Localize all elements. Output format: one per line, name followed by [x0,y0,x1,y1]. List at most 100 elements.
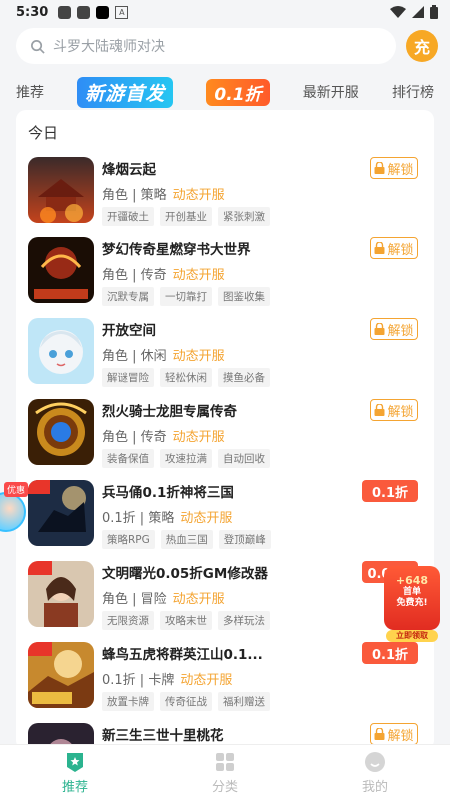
unlock-label: 解锁 [387,728,414,744]
game-tag: 开创基业 [160,207,212,226]
tab-discount[interactable]: 0.1折 [206,78,270,106]
game-item[interactable]: 兵马俑0.1折神将三国 0.1折 | 策略 动态开服 策略RPG 热血三国 登顶巅… [28,480,428,560]
game-tag: 自动回收 [218,449,270,468]
game-name: 开放空间 [102,323,156,339]
unlock-button[interactable]: 解锁 [370,157,418,179]
recommend-icon [67,752,83,772]
game-meta: 角色 | 传奇 动态开服 [102,426,225,445]
game-tag: 装备保值 [102,449,154,468]
promo-line-2: 免费充! [396,598,428,608]
search-placeholder: 斗罗大陆魂师对决 [53,39,165,55]
promo-badge: 优惠 [4,482,28,497]
lock-icon [374,242,385,254]
game-item[interactable]: 烈火骑士龙胆专属传奇 角色 | 传奇 动态开服 装备保值 攻速拉满 自动回收 解锁 [28,399,428,479]
section-title: 今日 [28,124,59,142]
promo-amount: +648 [395,574,429,587]
game-item[interactable]: 开放空间 角色 | 休闲 动态开服 解谜冒险 轻松休闲 摸鱼必备 解锁 [28,318,428,398]
lock-icon [374,162,385,174]
game-tag: 解谜冒险 [102,368,154,387]
game-tags: 放置卡牌 传奇征战 福利赠送 [102,692,270,711]
recharge-button[interactable]: 充 [406,30,438,62]
game-tag: 图鉴收集 [218,287,270,306]
search-input[interactable]: 斗罗大陆魂师对决 [16,28,396,64]
tab-latest-servers[interactable]: 最新开服 [303,82,359,102]
game-category: 角色 | 策略 [102,188,167,203]
tab-new-releases[interactable]: 新游首发 [77,76,174,108]
game-tags: 开疆破土 开创基业 紧张刺激 [102,207,270,226]
game-icon [28,399,94,465]
lock-icon [374,404,385,416]
unlock-label: 解锁 [387,404,414,420]
tab-recommend[interactable]: 推荐 [16,82,44,102]
bottom-nav: 推荐 分类 我的 [0,744,450,800]
promo-float-right[interactable]: +648 首单 免费充! 立即领取 [384,566,440,646]
game-status: 动态开服 [172,430,225,445]
nav-category[interactable]: 分类 [150,745,300,800]
game-category: 0.1折 | 策略 [102,511,175,526]
game-tags: 装备保值 攻速拉满 自动回收 [102,449,270,468]
nav-profile[interactable]: 我的 [300,745,450,800]
game-meta: 角色 | 传奇 动态开服 [102,264,225,283]
game-status: 动态开服 [180,673,233,688]
game-item[interactable]: 蜂鸟五虎将群英江山0.1... 0.1折 | 卡牌 动态开服 放置卡牌 传奇征战 … [28,642,428,722]
notification-icon [58,5,72,19]
notification-icon [77,5,91,19]
game-item[interactable]: 文明曙光0.05折GM修改器 角色 | 冒险 动态开服 无限资源 攻略末世 多样玩… [28,561,428,641]
game-item[interactable]: 烽烟云起 角色 | 策略 动态开服 开疆破土 开创基业 紧张刺激 解锁 [28,157,428,237]
game-tag: 登顶巅峰 [218,530,271,549]
game-tags: 策略RPG 热血三国 登顶巅峰 [102,530,271,549]
notification-icon [96,5,110,19]
unlock-button[interactable]: 解锁 [370,399,418,421]
nav-label: 我的 [361,779,388,795]
game-category: 0.1折 | 卡牌 [102,673,175,688]
game-icon [28,642,94,708]
game-tag: 无限资源 [102,611,154,630]
game-icon [28,561,94,627]
game-item[interactable]: 梦幻传奇星燃穿书大世界 角色 | 传奇 动态开服 沉默专属 一切靠打 图鉴收集 解… [28,237,428,317]
status-left: 5:30 A [16,4,129,20]
unlock-button[interactable]: 解锁 [370,318,418,340]
game-category: 角色 | 传奇 [102,268,167,283]
status-time: 5:30 [16,4,49,20]
game-meta: 角色 | 休闲 动态开服 [102,345,225,364]
game-tag: 多样玩法 [218,611,270,630]
unlock-button[interactable]: 解锁 [370,237,418,259]
game-list-card: 今日 烽烟云起 角色 | 策略 动态开服 开疆破土 开创基业 紧张刺激 解锁 梦幻… [16,110,434,750]
profile-icon [365,751,385,772]
game-icon [28,480,94,546]
game-tag: 福利赠送 [218,692,270,711]
unlock-button[interactable]: 解锁 [370,723,418,745]
game-name: 文明曙光0.05折GM修改器 [102,566,268,582]
battery-icon [430,5,438,19]
lock-icon [374,323,385,335]
game-meta: 0.1折 | 卡牌 动态开服 [102,669,232,688]
game-tag: 一切靠打 [160,287,212,306]
game-status: 动态开服 [180,511,233,526]
game-tag: 轻松休闲 [160,368,212,387]
promo-line-1: 首单 [402,587,421,597]
game-category: 角色 | 传奇 [102,430,167,445]
nav-label: 推荐 [61,779,88,795]
game-tag: 紧张刺激 [218,207,270,226]
game-tag: 攻速拉满 [160,449,212,468]
game-name: 新三生三世十里桃花 [102,728,224,744]
claim-now-button[interactable]: 立即领取 [386,630,438,642]
game-status: 动态开服 [172,268,225,283]
category-tabs: 推荐 新游首发 0.1折 最新开服 排行榜 [0,68,450,112]
game-tag: 开疆破土 [102,207,154,226]
game-status: 动态开服 [172,188,225,203]
discount-button[interactable]: 0.1折 [362,480,418,502]
signal-icon [412,6,424,18]
game-tag: 热血三国 [160,530,213,549]
game-category: 角色 | 冒险 [102,592,167,607]
game-icon [28,318,94,384]
tab-rankings[interactable]: 排行榜 [392,82,434,102]
promo-float-left[interactable]: 优惠 [0,482,28,534]
game-icon [28,157,94,223]
game-status: 动态开服 [172,592,225,607]
nav-recommend[interactable]: 推荐 [0,745,150,800]
game-tag: 攻略末世 [160,611,212,630]
game-tag: 摸鱼必备 [218,368,270,387]
grid-icon [216,752,234,771]
game-tag: 策略RPG [102,530,155,549]
